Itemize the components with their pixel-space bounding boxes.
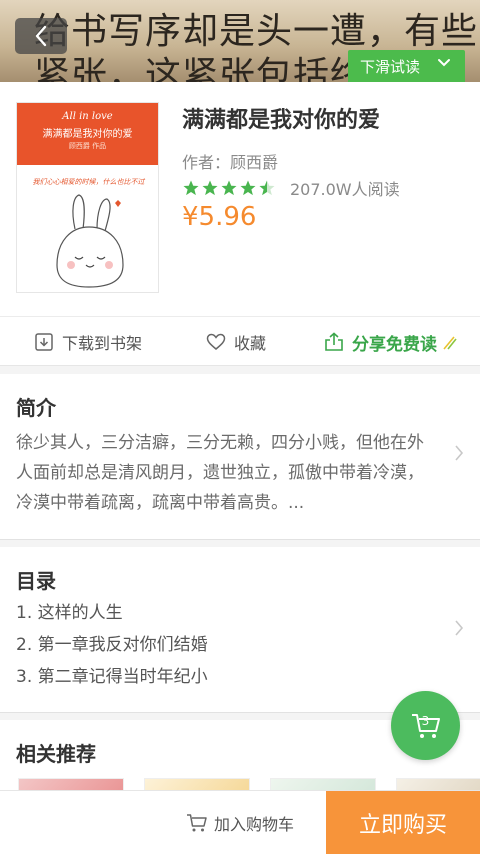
intro-text: 徐少其人，三分洁癖，三分无赖，四分小贱，但他在外人面前却总是清风朗月，遗世独立，… xyxy=(16,433,424,513)
intro-heading: 简介 xyxy=(16,396,56,420)
action-bar: 下载到书架 收藏 分享免费读 xyxy=(0,316,480,366)
cart-fab-button[interactable]: 3 xyxy=(391,691,460,760)
sparkle-icon xyxy=(443,336,457,350)
favorite-label: 收藏 xyxy=(234,334,267,353)
reading-preview[interactable]: 给书写序却是头一遭，有些 紧张，这紧张包括终于 下滑试读 xyxy=(0,0,480,84)
book-detail-page: 给书写序却是头一遭，有些 紧张，这紧张包括终于 下滑试读 All in love… xyxy=(0,0,480,854)
bottom-bar: 加入购物车 立即购买 xyxy=(0,790,480,854)
chevron-right-icon xyxy=(455,620,464,636)
toc-section[interactable]: 目录 1. 这样的人生 2. 第一章我反对你们结婚 3. 第二章记得当时年纪小 xyxy=(0,547,480,713)
book-price: ¥5.96 xyxy=(182,202,257,232)
cart-count: 3 xyxy=(421,714,430,728)
reader-count: 207.0W人阅读 xyxy=(290,180,400,199)
half-star-icon xyxy=(259,180,275,196)
buy-now-button[interactable]: 立即购买 xyxy=(326,791,480,854)
toc-list: 1. 这样的人生 2. 第一章我反对你们结婚 3. 第二章记得当时年纪小 xyxy=(16,597,208,693)
favorite-button[interactable]: 收藏 xyxy=(206,317,266,367)
rating-row: 207.0W人阅读 xyxy=(182,178,400,199)
cart-icon xyxy=(187,814,207,832)
star-icon xyxy=(183,180,199,196)
intro-section[interactable]: 简介 徐少其人，三分洁癖，三分无赖，四分小贱，但他在外人面前却总是清风朗月，遗世… xyxy=(0,374,480,540)
book-author[interactable]: 作者：顾西爵 xyxy=(182,149,278,173)
book-cover[interactable]: All in love 满满都是我对你的爱 顾西爵 作品 我们心心相爱的时候，什… xyxy=(16,102,159,293)
back-button[interactable] xyxy=(15,18,67,54)
toc-item[interactable]: 2. 第一章我反对你们结婚 xyxy=(16,629,208,661)
recommend-heading: 相关推荐 xyxy=(16,742,96,766)
toc-item[interactable]: 1. 这样的人生 xyxy=(16,597,208,629)
share-free-read-button[interactable]: 分享免费读 xyxy=(324,317,459,367)
download-icon xyxy=(35,333,53,351)
cover-chinese-title: 满满都是我对你的爱 xyxy=(42,129,133,140)
add-to-cart-button[interactable]: 加入购物车 xyxy=(186,791,294,854)
chevron-down-icon xyxy=(438,59,450,67)
share-icon xyxy=(325,332,343,351)
swipe-to-read-button[interactable]: 下滑试读 xyxy=(348,50,465,82)
book-title: 满满都是我对你的爱 xyxy=(182,108,381,133)
book-info-card: All in love 满满都是我对你的爱 顾西爵 作品 我们心心相爱的时候，什… xyxy=(0,82,480,316)
download-label: 下载到书架 xyxy=(62,334,143,353)
chevron-left-icon xyxy=(35,25,47,47)
toc-item[interactable]: 3. 第二章记得当时年纪小 xyxy=(16,661,208,693)
cover-english-title: All in love xyxy=(62,111,113,122)
star-icon xyxy=(240,180,256,196)
star-rating xyxy=(182,179,276,197)
swipe-to-read-label: 下滑试读 xyxy=(360,57,421,76)
star-icon xyxy=(221,180,237,196)
star-icon xyxy=(202,180,218,196)
share-label: 分享免费读 xyxy=(352,334,437,355)
download-to-shelf-button[interactable]: 下载到书架 xyxy=(34,317,142,367)
add-to-cart-label: 加入购物车 xyxy=(214,815,295,834)
cover-handwritten-note: 我们心心相爱的时候，什么也比不过 xyxy=(32,178,145,186)
heart-icon xyxy=(206,333,226,350)
chevron-right-icon xyxy=(455,445,464,461)
bunny-illustration-icon xyxy=(56,194,124,288)
cover-author: 顾西爵 作品 xyxy=(68,142,107,150)
buy-now-label: 立即购买 xyxy=(358,813,447,838)
toc-heading: 目录 xyxy=(16,569,56,593)
